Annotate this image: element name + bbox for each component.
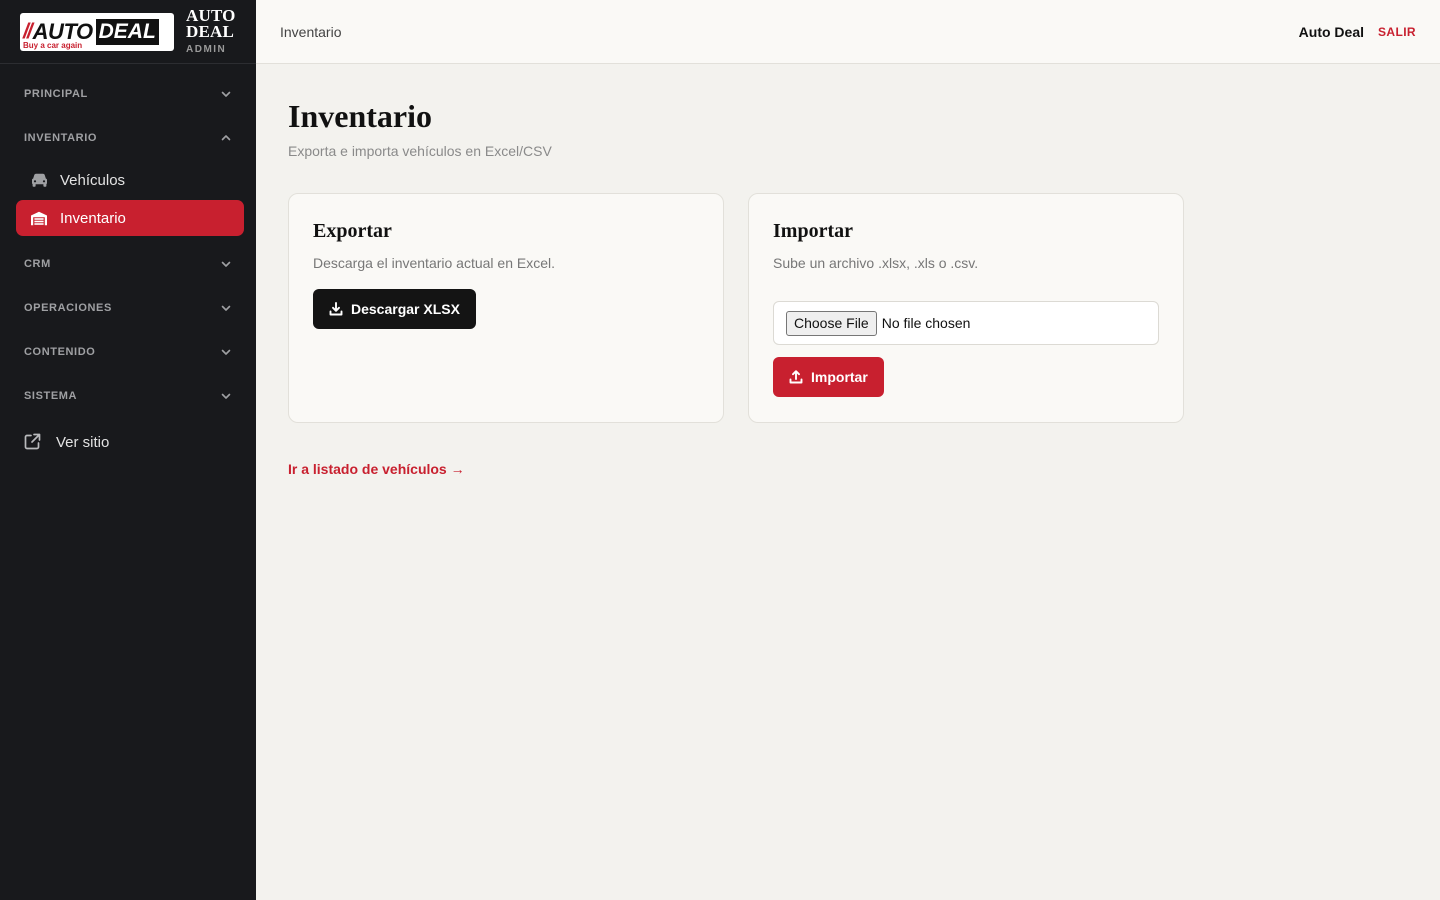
nav-group-contenido[interactable]: CONTENIDO <box>0 330 256 374</box>
export-card-title: Exportar <box>313 220 392 242</box>
nav-group-operaciones[interactable]: OPERACIONES <box>0 286 256 330</box>
nav-group-label: SISTEMA <box>24 390 78 402</box>
chevron-down-icon <box>220 346 232 358</box>
ver-sitio-link[interactable]: Ver sitio <box>0 422 256 462</box>
download-xlsx-button[interactable]: Descargar XLSX <box>313 289 476 329</box>
nav-group-label: INVENTARIO <box>24 132 98 144</box>
chevron-down-icon <box>220 258 232 270</box>
logout-button[interactable]: SALIR <box>1378 25 1416 39</box>
logo-tagline: Buy a car again <box>23 40 83 50</box>
car-icon <box>30 171 48 189</box>
download-xlsx-label: Descargar XLSX <box>351 301 460 317</box>
ver-sitio-label: Ver sitio <box>56 433 110 451</box>
breadcrumb: Inventario <box>280 23 342 40</box>
file-status: No file chosen <box>881 315 971 331</box>
export-card-description: Descarga el inventario actual en Excel. <box>313 255 556 271</box>
nav-group-sistema[interactable]: SISTEMA <box>0 374 256 418</box>
nav-sub-inventario: Vehículos Inventario <box>0 162 256 242</box>
nav-group-label: OPERACIONES <box>24 302 112 314</box>
nav-group-label: CONTENIDO <box>24 346 96 358</box>
chevron-down-icon <box>220 390 232 402</box>
sidebar-item-label: Inventario <box>60 209 126 227</box>
file-input[interactable]: Choose File No file chosen <box>773 301 1159 345</box>
autodeal-logo[interactable]: // AUTO DEAL Buy a car again <box>20 12 174 51</box>
sidebar-nav: PRINCIPAL INVENTARIO Vehículos Inventari… <box>0 64 256 462</box>
import-card-title: Importar <box>773 220 853 242</box>
cards-row: Exportar Descarga el inventario actual e… <box>288 193 1440 423</box>
nav-group-crm[interactable]: CRM <box>0 242 256 286</box>
user-name: Auto Deal <box>1298 23 1364 40</box>
download-icon <box>329 302 343 316</box>
choose-file-button[interactable]: Choose File <box>786 310 877 336</box>
warehouse-icon <box>30 209 48 227</box>
nav-group-label: CRM <box>24 258 51 270</box>
topbar-user-area: Auto Deal SALIR <box>1299 24 1416 40</box>
logo-deal: DEAL <box>95 18 159 45</box>
vehicle-list-link[interactable]: Ir a listado de vehículos → <box>288 461 465 477</box>
page-subtitle: Exporta e importa vehículos en Excel/CSV <box>288 143 552 159</box>
nav-group-principal[interactable]: PRINCIPAL <box>0 72 256 116</box>
sidebar-item-label: Vehículos <box>60 171 126 189</box>
export-card: Exportar Descarga el inventario actual e… <box>288 193 724 423</box>
external-link-icon <box>24 433 42 451</box>
chevron-up-icon <box>220 132 232 144</box>
brand[interactable]: // AUTO DEAL Buy a car again AUTO DEAL A… <box>0 0 256 64</box>
topbar: Inventario Auto Deal SALIR <box>256 0 1440 64</box>
sidebar-item-inventario[interactable]: Inventario <box>16 200 244 236</box>
main-content: Inventario Exporta e importa vehículos e… <box>288 64 1440 479</box>
nav-group-label: PRINCIPAL <box>24 88 88 100</box>
import-card: Importar Sube un archivo .xlsx, .xls o .… <box>748 193 1184 423</box>
import-button[interactable]: Importar <box>773 357 884 397</box>
sidebar-item-vehiculos[interactable]: Vehículos <box>16 162 244 198</box>
chevron-down-icon <box>220 302 232 314</box>
brand-role: ADMIN <box>186 44 227 55</box>
upload-icon <box>789 370 803 384</box>
brand-text: AUTO DEAL ADMIN <box>186 7 236 55</box>
page-title: Inventario <box>288 98 432 134</box>
chevron-down-icon <box>220 88 232 100</box>
import-card-description: Sube un archivo .xlsx, .xls o .csv. <box>773 255 979 271</box>
nav-group-inventario[interactable]: INVENTARIO <box>0 116 256 160</box>
brand-name-line2: DEAL <box>186 22 235 41</box>
import-button-label: Importar <box>811 369 868 385</box>
sidebar: // AUTO DEAL Buy a car again AUTO DEAL A… <box>0 0 256 900</box>
